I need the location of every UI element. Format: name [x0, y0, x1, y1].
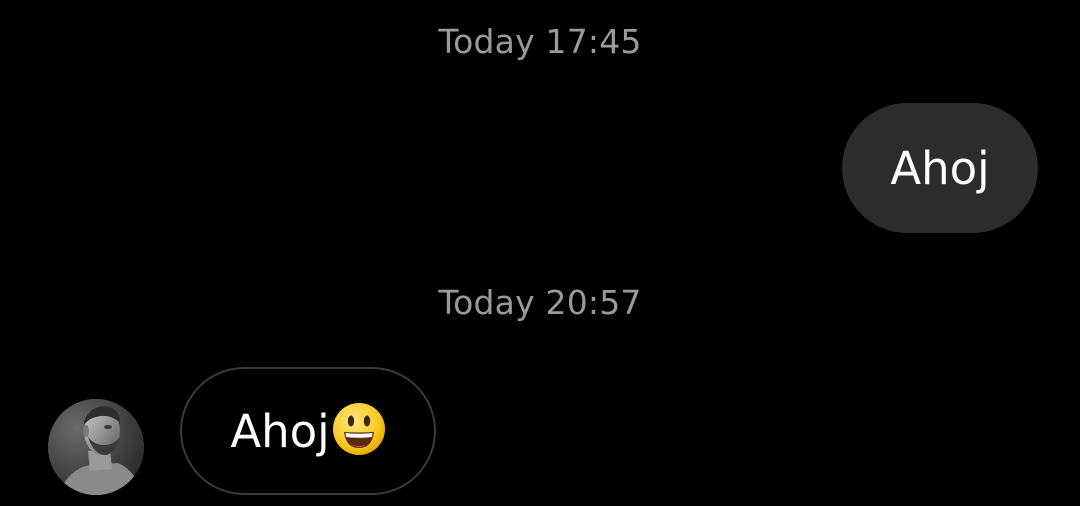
message-text: Ahoj — [890, 141, 990, 195]
contact-avatar[interactable] — [48, 399, 144, 495]
message-timestamp: Today 20:57 — [438, 283, 642, 322]
message-text: Ahoj — [230, 404, 330, 458]
outgoing-message-bubble[interactable]: Ahoj — [842, 103, 1038, 233]
message-timestamp: Today 17:45 — [438, 22, 642, 61]
avatar-photo — [48, 399, 144, 495]
smiling-face-with-open-mouth-icon — [332, 402, 386, 456]
incoming-message-bubble[interactable]: Ahoj — [180, 367, 436, 495]
